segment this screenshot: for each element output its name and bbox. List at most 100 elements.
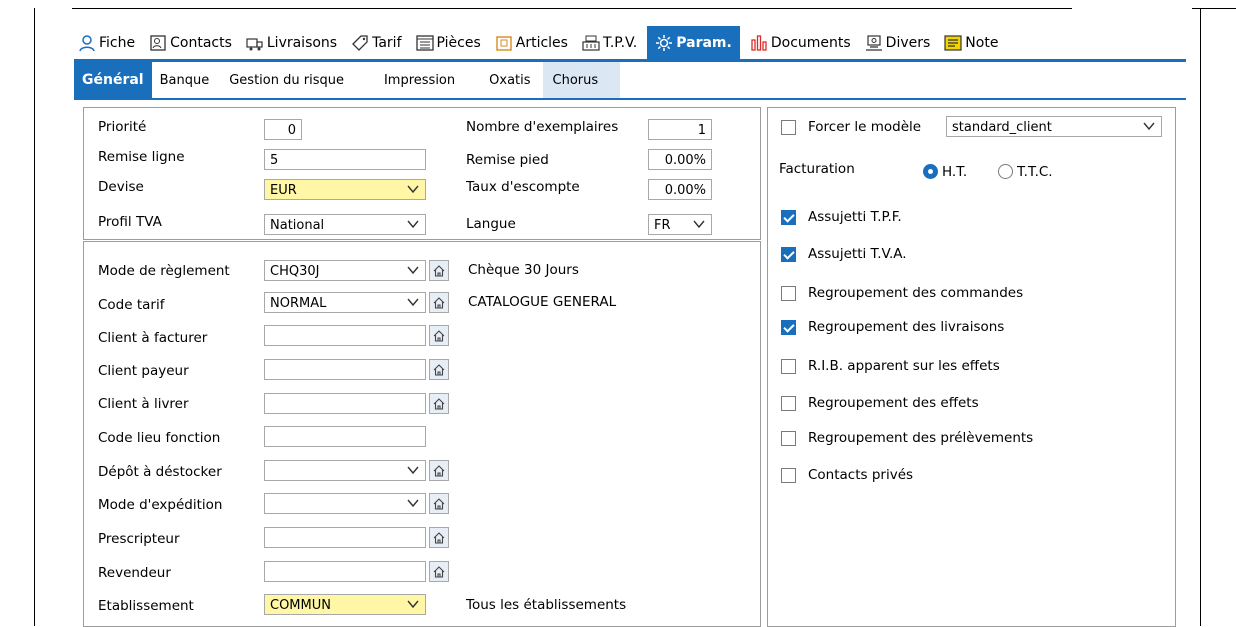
window-top-border-right bbox=[1192, 8, 1236, 9]
ship-to-client-label: Client à livrer bbox=[98, 396, 189, 412]
language-select[interactable]: FR bbox=[648, 214, 712, 235]
tab-label: Fiche bbox=[99, 34, 136, 51]
tab-fiche[interactable]: Fiche bbox=[74, 26, 139, 59]
radio-ttc[interactable] bbox=[998, 164, 1013, 179]
warehouse-select[interactable] bbox=[264, 460, 426, 481]
prescriber-lookup-button[interactable] bbox=[429, 527, 449, 548]
subtab-general[interactable]: Général bbox=[74, 62, 152, 98]
chevron-down-icon bbox=[407, 466, 419, 475]
gear-icon bbox=[655, 34, 673, 52]
tab-divers[interactable]: Divers bbox=[861, 26, 935, 59]
window-top-border bbox=[72, 8, 1072, 9]
tab-documents[interactable]: Documents bbox=[746, 26, 855, 59]
radio-ht[interactable] bbox=[923, 164, 938, 179]
discount-rate-label: Taux d'escompte bbox=[466, 179, 580, 195]
currency-select[interactable]: EUR bbox=[264, 179, 426, 200]
tab-pieces[interactable]: Pièces bbox=[412, 26, 485, 59]
note-icon bbox=[944, 34, 962, 52]
establishment-value: COMMUN bbox=[270, 598, 331, 613]
tab-tpv[interactable]: T.P.V. bbox=[578, 26, 641, 59]
line-discount-field[interactable]: 5 bbox=[264, 149, 426, 170]
payment-mode-label: Mode de règlement bbox=[98, 263, 230, 279]
prescriber-field[interactable] bbox=[264, 527, 426, 548]
prescriber-label: Prescripteur bbox=[98, 531, 180, 547]
warehouse-lookup-button[interactable] bbox=[429, 460, 449, 481]
home-icon bbox=[433, 329, 445, 342]
bill-to-client-lookup-button[interactable] bbox=[429, 325, 449, 346]
checkbox-group-bills[interactable] bbox=[781, 396, 796, 411]
tab-label: Divers bbox=[885, 34, 931, 51]
shipping-mode-select[interactable] bbox=[264, 493, 426, 514]
subtab-chorus[interactable]: Chorus bbox=[542, 62, 621, 98]
vat-profile-select[interactable]: National bbox=[264, 214, 426, 235]
payment-mode-description: Chèque 30 Jours bbox=[468, 262, 579, 278]
payment-mode-lookup-button[interactable] bbox=[429, 260, 449, 281]
tab-tarif[interactable]: Tarif bbox=[347, 26, 405, 59]
home-icon bbox=[433, 565, 445, 578]
footer-discount-field[interactable]: 0.00% bbox=[648, 149, 712, 170]
checkbox-private-contacts[interactable] bbox=[781, 468, 796, 483]
checkbox-group-debits[interactable] bbox=[781, 431, 796, 446]
checkbox-group-deliveries-label: Regroupement des livraisons bbox=[808, 319, 1005, 335]
payer-client-field[interactable] bbox=[264, 359, 426, 380]
checkbox-rib-visible[interactable] bbox=[781, 359, 796, 374]
discount-rate-field[interactable]: 0.00% bbox=[648, 179, 712, 200]
tab-contacts[interactable]: Contacts bbox=[145, 26, 236, 59]
payer-client-label: Client payeur bbox=[98, 363, 189, 379]
bill-to-client-field[interactable] bbox=[264, 325, 426, 346]
tab-label: Tarif bbox=[372, 34, 402, 51]
establishment-select[interactable]: COMMUN bbox=[264, 594, 426, 615]
tab-param[interactable]: Param. bbox=[647, 26, 740, 59]
tab-label: Livraisons bbox=[266, 34, 338, 51]
home-icon bbox=[433, 531, 445, 544]
person-icon bbox=[78, 34, 96, 52]
payment-mode-select[interactable]: CHQ30J bbox=[264, 260, 426, 281]
checkbox-tva[interactable] bbox=[781, 247, 796, 262]
billing-options-panel: Forcer le modèle standard_client Factura… bbox=[767, 107, 1176, 627]
home-icon bbox=[433, 464, 445, 477]
ship-to-client-field[interactable] bbox=[264, 393, 426, 414]
force-template-label: Forcer le modèle bbox=[808, 119, 922, 135]
chevron-down-icon bbox=[407, 499, 419, 508]
radio-ht-label: H.T. bbox=[942, 164, 968, 180]
copies-field[interactable]: 1 bbox=[648, 119, 712, 140]
tab-articles[interactable]: Articles bbox=[491, 26, 572, 59]
subtab-impression[interactable]: Impression bbox=[358, 62, 471, 98]
sub-tabbar-underline bbox=[74, 98, 1186, 100]
subtab-banque[interactable]: Banque bbox=[152, 62, 218, 98]
checkbox-group-orders[interactable] bbox=[781, 286, 796, 301]
tab-livraisons[interactable]: Livraisons bbox=[242, 26, 341, 59]
sub-tabbar: Général Banque Gestion du risque Impress… bbox=[74, 62, 621, 98]
template-select[interactable]: standard_client bbox=[946, 116, 1162, 137]
ship-to-client-lookup-button[interactable] bbox=[429, 393, 449, 414]
price-code-lookup-button[interactable] bbox=[429, 292, 449, 313]
reseller-field[interactable] bbox=[264, 561, 426, 582]
subtab-gestion-risque[interactable]: Gestion du risque bbox=[217, 62, 358, 98]
tab-label: Articles bbox=[515, 34, 568, 51]
document-list-icon bbox=[415, 34, 434, 52]
template-value: standard_client bbox=[952, 120, 1052, 135]
checkbox-tpf[interactable] bbox=[781, 210, 796, 225]
priority-field[interactable]: 0 bbox=[264, 119, 302, 140]
subtab-oxatis[interactable]: Oxatis bbox=[471, 62, 542, 98]
window-right-border bbox=[1200, 8, 1201, 626]
billing-label: Facturation bbox=[779, 161, 855, 177]
location-code-field[interactable] bbox=[264, 426, 426, 447]
line-discount-label: Remise ligne bbox=[98, 149, 185, 165]
checkbox-group-debits-label: Regroupement des prélèvements bbox=[808, 430, 1034, 446]
priority-label: Priorité bbox=[98, 119, 147, 135]
footer-discount-label: Remise pied bbox=[466, 152, 549, 168]
shipping-mode-lookup-button[interactable] bbox=[429, 493, 449, 514]
reseller-lookup-button[interactable] bbox=[429, 561, 449, 582]
payment-links-panel: Mode de règlement CHQ30J Chèque 30 Jours… bbox=[83, 241, 761, 627]
misc-icon bbox=[865, 34, 883, 52]
price-code-select[interactable]: NORMAL bbox=[264, 292, 426, 313]
checkbox-group-deliveries[interactable] bbox=[781, 320, 796, 335]
payer-client-lookup-button[interactable] bbox=[429, 359, 449, 380]
radio-ttc-label: T.T.C. bbox=[1017, 164, 1053, 180]
general-params-panel: Priorité 0 Remise ligne 5 Devise EUR Pro… bbox=[83, 107, 761, 240]
tab-note[interactable]: Note bbox=[940, 26, 1002, 59]
vat-profile-value: National bbox=[270, 218, 325, 233]
force-template-checkbox[interactable] bbox=[781, 120, 796, 135]
price-code-value: NORMAL bbox=[270, 296, 327, 311]
